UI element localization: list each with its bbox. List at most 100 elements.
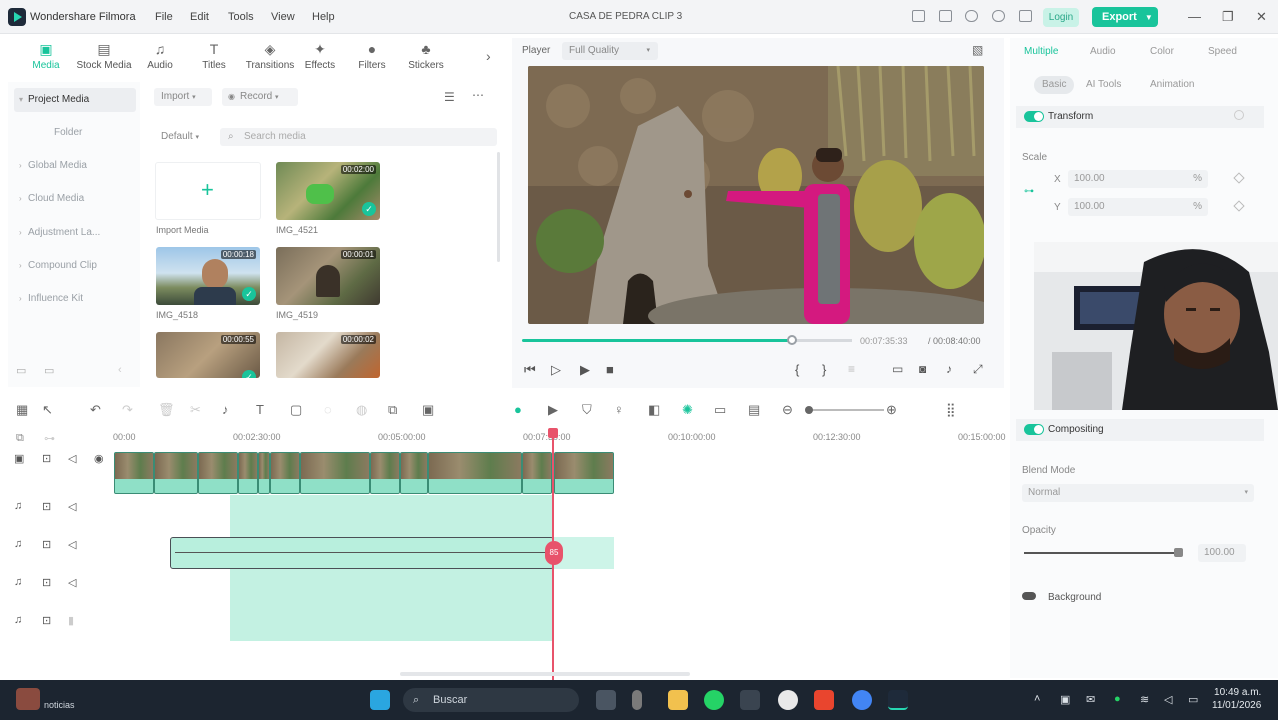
- mute-icon[interactable]: ◁: [68, 452, 76, 465]
- close-icon[interactable]: ✕: [1256, 9, 1267, 25]
- file-explorer-icon[interactable]: [668, 690, 688, 710]
- media-thumb[interactable]: 00:00:18 ✓: [156, 247, 260, 305]
- mark-in-icon[interactable]: {: [795, 362, 799, 377]
- pip-icon[interactable]: ▭: [714, 402, 726, 418]
- delete-icon[interactable]: 🗑: [158, 402, 175, 418]
- shield-icon[interactable]: ⛉: [582, 402, 592, 418]
- tab-multiple[interactable]: Multiple: [1024, 46, 1058, 57]
- tab-titles[interactable]: T Titles: [186, 38, 242, 71]
- settings-icon[interactable]: [740, 690, 760, 710]
- media-search-input[interactable]: ⌕ Search media: [220, 128, 497, 146]
- sidebar-item-adjustment-layer[interactable]: › Adjustment La...: [14, 221, 136, 245]
- playback-progress[interactable]: [522, 339, 792, 342]
- lock-icon[interactable]: ⊡: [42, 500, 51, 513]
- tray-green-icon[interactable]: ●: [1114, 693, 1121, 705]
- video-clip[interactable]: [428, 452, 522, 494]
- menu-help[interactable]: Help: [312, 11, 335, 23]
- transform-section[interactable]: Transform: [1016, 106, 1264, 128]
- video-clip[interactable]: [522, 452, 552, 494]
- layout-icon[interactable]: [912, 10, 925, 22]
- login-button[interactable]: Login: [1043, 8, 1079, 27]
- taskbar-clock[interactable]: 10:49 a.m. 11/01/2026: [1212, 686, 1261, 712]
- audio-clip-tail[interactable]: [554, 537, 614, 569]
- camera-icon[interactable]: ◙: [919, 362, 926, 376]
- transform-toggle[interactable]: [1024, 111, 1044, 122]
- speed-icon[interactable]: ◌: [324, 402, 332, 417]
- mic-icon[interactable]: ♀: [614, 402, 624, 417]
- tab-media[interactable]: ▣ Media: [16, 38, 76, 71]
- playback-scrubber[interactable]: [787, 335, 797, 345]
- record-dropdown[interactable]: ◉ Record ▾: [222, 88, 298, 106]
- undo-icon[interactable]: ↶: [90, 402, 101, 418]
- insert-icon[interactable]: ≡: [848, 362, 855, 376]
- new-folder-icon[interactable]: ▭: [16, 364, 26, 377]
- timeline-scrollbar[interactable]: [400, 672, 690, 676]
- tab-transitions[interactable]: ◈ Transitions: [240, 38, 300, 71]
- display-icon[interactable]: ▭: [892, 362, 903, 376]
- save-icon[interactable]: [939, 10, 952, 22]
- restore-icon[interactable]: ❐: [1222, 9, 1234, 25]
- video-clip[interactable]: [300, 452, 370, 494]
- video-clip[interactable]: [370, 452, 400, 494]
- tab-filters[interactable]: ● Filters: [346, 38, 398, 71]
- media-thumb[interactable]: 00:02:00 ✓: [276, 162, 380, 220]
- zoom-out-icon[interactable]: ⊖: [782, 402, 793, 418]
- taskbar-search[interactable]: ⌕ Buscar: [403, 688, 579, 712]
- cloud-icon[interactable]: [965, 10, 978, 22]
- mute-icon[interactable]: ◁: [68, 576, 76, 589]
- prev-frame-icon[interactable]: ⏮: [524, 362, 536, 378]
- play-reverse-icon[interactable]: ▷: [551, 362, 561, 378]
- speaker-icon[interactable]: ◁: [1164, 693, 1172, 706]
- render-icon[interactable]: ●: [514, 402, 522, 417]
- more-icon[interactable]: ⋯: [472, 88, 484, 102]
- collapse-icon[interactable]: ‹: [118, 364, 122, 376]
- media-thumb[interactable]: 00:00:55 ✓: [156, 332, 260, 378]
- play-timeline-icon[interactable]: ▶: [548, 402, 558, 418]
- mute-icon[interactable]: ▮: [68, 614, 74, 627]
- link-icon[interactable]: ⊶: [1024, 186, 1034, 197]
- zoom-slider-handle[interactable]: [805, 406, 813, 414]
- cut-icon[interactable]: ✂: [190, 402, 201, 418]
- timeline-ruler[interactable]: 00:00 00:02:30:00 00:05:00:00 00:07:30:0…: [113, 430, 1006, 444]
- wifi-icon[interactable]: ≋: [1140, 693, 1149, 706]
- weather-icon[interactable]: [16, 688, 40, 710]
- media-scrollbar[interactable]: [497, 152, 500, 262]
- task-view-icon[interactable]: [596, 690, 616, 710]
- ai-icon[interactable]: ✺: [682, 402, 693, 418]
- scale-x-field[interactable]: 100.00%: [1068, 170, 1208, 188]
- select-icon[interactable]: ↖: [42, 402, 53, 418]
- folder-icon[interactable]: ▭: [44, 364, 54, 377]
- battery-icon[interactable]: ▭: [1188, 693, 1198, 706]
- compositing-section[interactable]: Compositing: [1016, 419, 1264, 441]
- sidebar-item-project-media[interactable]: ▾ Project Media: [14, 88, 136, 112]
- sidebar-item-influence-kit[interactable]: › Influence Kit: [14, 287, 136, 311]
- tray-app-icon[interactable]: ▣: [1060, 693, 1070, 706]
- color-icon[interactable]: ◍: [356, 402, 367, 418]
- tab-speed[interactable]: Speed: [1208, 46, 1237, 57]
- sidebar-item-folder[interactable]: Folder: [14, 121, 136, 145]
- snapshot-icon[interactable]: ▤: [748, 402, 760, 418]
- minimize-icon[interactable]: —: [1188, 9, 1201, 24]
- filmora-taskbar-icon[interactable]: [888, 690, 908, 710]
- add-track-icon[interactable]: ⧉: [16, 432, 24, 445]
- sliders-icon[interactable]: [1019, 10, 1032, 22]
- lock-icon[interactable]: ⊡: [42, 538, 51, 551]
- video-clip[interactable]: [114, 452, 154, 494]
- grid-icon[interactable]: ▦: [16, 402, 28, 418]
- import-media-tile[interactable]: +: [155, 162, 261, 220]
- sidebar-item-compound-clip[interactable]: › Compound Clip: [14, 254, 136, 278]
- media-thumb[interactable]: 00:00:02: [276, 332, 380, 378]
- lock-icon[interactable]: ⊡: [42, 576, 51, 589]
- start-icon[interactable]: [370, 690, 390, 710]
- video-clip[interactable]: [554, 452, 614, 494]
- subtab-basic[interactable]: Basic: [1034, 76, 1075, 94]
- video-clip[interactable]: [238, 452, 258, 494]
- tab-audio[interactable]: ♫ Audio: [132, 38, 188, 71]
- playhead-marker[interactable]: 85: [545, 541, 563, 565]
- tab-color[interactable]: Color: [1150, 46, 1174, 57]
- mute-icon[interactable]: ◁: [68, 538, 76, 551]
- opacity-slider[interactable]: [1024, 552, 1180, 554]
- video-clip[interactable]: [154, 452, 198, 494]
- lock-icon[interactable]: ⊡: [42, 614, 51, 627]
- audio-clip[interactable]: [170, 537, 554, 569]
